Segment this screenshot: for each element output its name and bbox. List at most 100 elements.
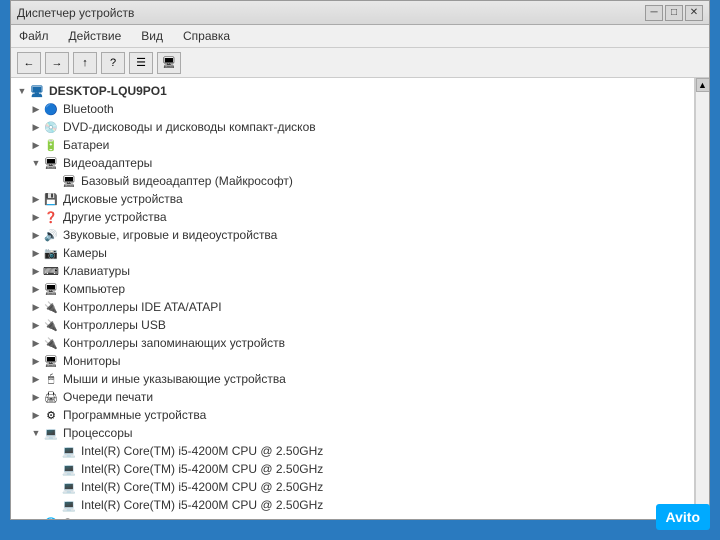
expand-icon[interactable]: ▶ — [29, 228, 43, 242]
item-icon: 💾 — [43, 191, 59, 207]
expand-icon[interactable]: ▶ — [29, 192, 43, 206]
tree-item[interactable]: ▼💻 Процессоры — [11, 424, 694, 442]
expand-icon[interactable]: ▶ — [29, 390, 43, 404]
tree-item[interactable]: 💻Intel(R) Core(TM) i5-4200M CPU @ 2.50GH… — [11, 442, 694, 460]
expand-icon[interactable]: ▶ — [29, 210, 43, 224]
item-label: Сетевые адаптеры — [63, 516, 169, 519]
close-button[interactable]: ✕ — [685, 5, 703, 21]
expand-icon[interactable]: ▶ — [29, 102, 43, 116]
tree-item[interactable]: ▶📷 Камеры — [11, 244, 694, 262]
tree-panel[interactable]: ▼ 🖥 DESKTOP-LQU9PO1 ▶🔵Bluetooth▶💿DVD-дис… — [11, 78, 695, 519]
item-icon: 🖥 — [43, 353, 59, 369]
item-label: Камеры — [63, 246, 107, 260]
expand-icon[interactable] — [47, 462, 61, 476]
item-icon: 📷 — [43, 245, 59, 261]
root-label: DESKTOP-LQU9PO1 — [49, 84, 167, 98]
item-label: Клавиатуры — [63, 264, 130, 278]
tree-item[interactable]: ▶🔌 Контроллеры запоминающих устройств — [11, 334, 694, 352]
root-expand-icon[interactable]: ▼ — [15, 84, 29, 98]
item-label: Программные устройства — [63, 408, 206, 422]
item-icon: ⚙ — [43, 407, 59, 423]
maximize-button[interactable]: □ — [665, 5, 683, 21]
expand-icon[interactable]: ▶ — [29, 282, 43, 296]
expand-icon[interactable] — [47, 174, 61, 188]
item-icon: 💻 — [61, 461, 77, 477]
menu-help[interactable]: Справка — [179, 27, 234, 45]
tree-item[interactable]: ▼🖥Видеоадаптеры — [11, 154, 694, 172]
item-label: Дисковые устройства — [63, 192, 183, 206]
expand-icon[interactable]: ▶ — [29, 264, 43, 278]
back-button[interactable]: ← — [17, 52, 41, 74]
item-icon: 🌐 — [43, 515, 59, 519]
tree-item[interactable]: ▶🔌Контроллеры USB — [11, 316, 694, 334]
tree-item[interactable]: ▶🖥Компьютер — [11, 280, 694, 298]
expand-icon[interactable]: ▶ — [29, 246, 43, 260]
tree-item[interactable]: ▶🔌Контроллеры IDE ATA/ATAPI — [11, 298, 694, 316]
item-icon: 🖨 — [43, 389, 59, 405]
forward-button[interactable]: → — [45, 52, 69, 74]
item-icon: ❓ — [43, 209, 59, 225]
expand-icon[interactable]: ▶ — [29, 354, 43, 368]
tree-item[interactable]: ▶🔋Батареи — [11, 136, 694, 154]
tree-item[interactable]: 🖥Базовый видеоадаптер (Майкрософт) — [11, 172, 694, 190]
item-label: Мыши и иные указывающие устройства — [63, 372, 286, 386]
tree-root[interactable]: ▼ 🖥 DESKTOP-LQU9PO1 — [11, 82, 694, 100]
item-label: Intel(R) Core(TM) i5-4200M CPU @ 2.50GHz — [81, 498, 323, 512]
up-button[interactable]: ↑ — [73, 52, 97, 74]
item-label: Bluetooth — [63, 102, 114, 116]
expand-icon[interactable]: ▶ — [29, 408, 43, 422]
expand-icon[interactable]: ▶ — [29, 336, 43, 350]
tree-item[interactable]: ▶⌨ Клавиатуры — [11, 262, 694, 280]
item-label: Другие устройства — [63, 210, 167, 224]
tree-item[interactable]: ▶❓ Другие устройства — [11, 208, 694, 226]
monitor-button[interactable]: 🖥 — [157, 52, 181, 74]
item-icon: 🖥 — [43, 281, 59, 297]
tree-item[interactable]: ▶🖨Очереди печати — [11, 388, 694, 406]
expand-icon[interactable] — [47, 498, 61, 512]
item-label: DVD-дисководы и дисководы компакт-дисков — [63, 120, 316, 134]
expand-icon[interactable]: ▶ — [29, 138, 43, 152]
expand-icon[interactable]: ▶ — [29, 318, 43, 332]
tree-item[interactable]: ▶🔵Bluetooth — [11, 100, 694, 118]
tree-item[interactable]: ▶💿 DVD-дисководы и дисководы компакт-диск… — [11, 118, 694, 136]
menu-action[interactable]: Действие — [65, 27, 126, 45]
item-label: Процессоры — [63, 426, 133, 440]
tree-item[interactable]: ▶🌐 Сетевые адаптеры — [11, 514, 694, 519]
tree-item[interactable]: 💻 Intel(R) Core(TM) i5-4200M CPU @ 2.50GH… — [11, 496, 694, 514]
tree-item[interactable]: ▶🖥Мониторы — [11, 352, 694, 370]
item-icon: 💻 — [43, 425, 59, 441]
item-label: Контроллеры запоминающих устройств — [63, 336, 285, 350]
tree-item[interactable]: ▶🔊Звуковые, игровые и видеоустройства — [11, 226, 694, 244]
item-icon: 💻 — [61, 443, 77, 459]
view-button[interactable]: ☰ — [129, 52, 153, 74]
tree-item[interactable]: ▶⚙ Программные устройства — [11, 406, 694, 424]
title-bar-controls: ─ □ ✕ — [645, 5, 703, 21]
item-icon: 🔌 — [43, 335, 59, 351]
minimize-button[interactable]: ─ — [645, 5, 663, 21]
expand-icon[interactable] — [47, 444, 61, 458]
tree-item[interactable]: 💻Intel(R) Core(TM) i5-4200M CPU @ 2.50GH… — [11, 478, 694, 496]
tree-item[interactable]: 💻 Intel(R) Core(TM) i5-4200M CPU @ 2.50GH… — [11, 460, 694, 478]
item-icon: ⌨ — [43, 263, 59, 279]
title-bar-left: Диспетчер устройств — [17, 6, 134, 20]
scroll-up-button[interactable]: ▲ — [696, 78, 710, 92]
menu-view[interactable]: Вид — [137, 27, 167, 45]
expand-icon[interactable]: ▼ — [29, 156, 43, 170]
expand-icon[interactable]: ▶ — [29, 372, 43, 386]
item-icon: 🔋 — [43, 137, 59, 153]
item-icon: 💻 — [61, 479, 77, 495]
item-icon: 💿 — [43, 119, 59, 135]
menu-file[interactable]: Файл — [15, 27, 53, 45]
item-label: Intel(R) Core(TM) i5-4200M CPU @ 2.50GHz — [81, 462, 323, 476]
expand-icon[interactable]: ▶ — [29, 300, 43, 314]
help-button[interactable]: ? — [101, 52, 125, 74]
expand-icon[interactable]: ▶ — [29, 120, 43, 134]
expand-icon[interactable] — [47, 480, 61, 494]
expand-icon[interactable]: ▶ — [29, 516, 43, 519]
expand-icon[interactable]: ▼ — [29, 426, 43, 440]
item-icon: 🖱 — [43, 371, 59, 387]
item-icon: 💻 — [61, 497, 77, 513]
scrollbar[interactable]: ▲ ▼ — [695, 78, 709, 519]
tree-item[interactable]: ▶💾 Дисковые устройства — [11, 190, 694, 208]
tree-item[interactable]: ▶🖱 Мыши и иные указывающие устройства — [11, 370, 694, 388]
